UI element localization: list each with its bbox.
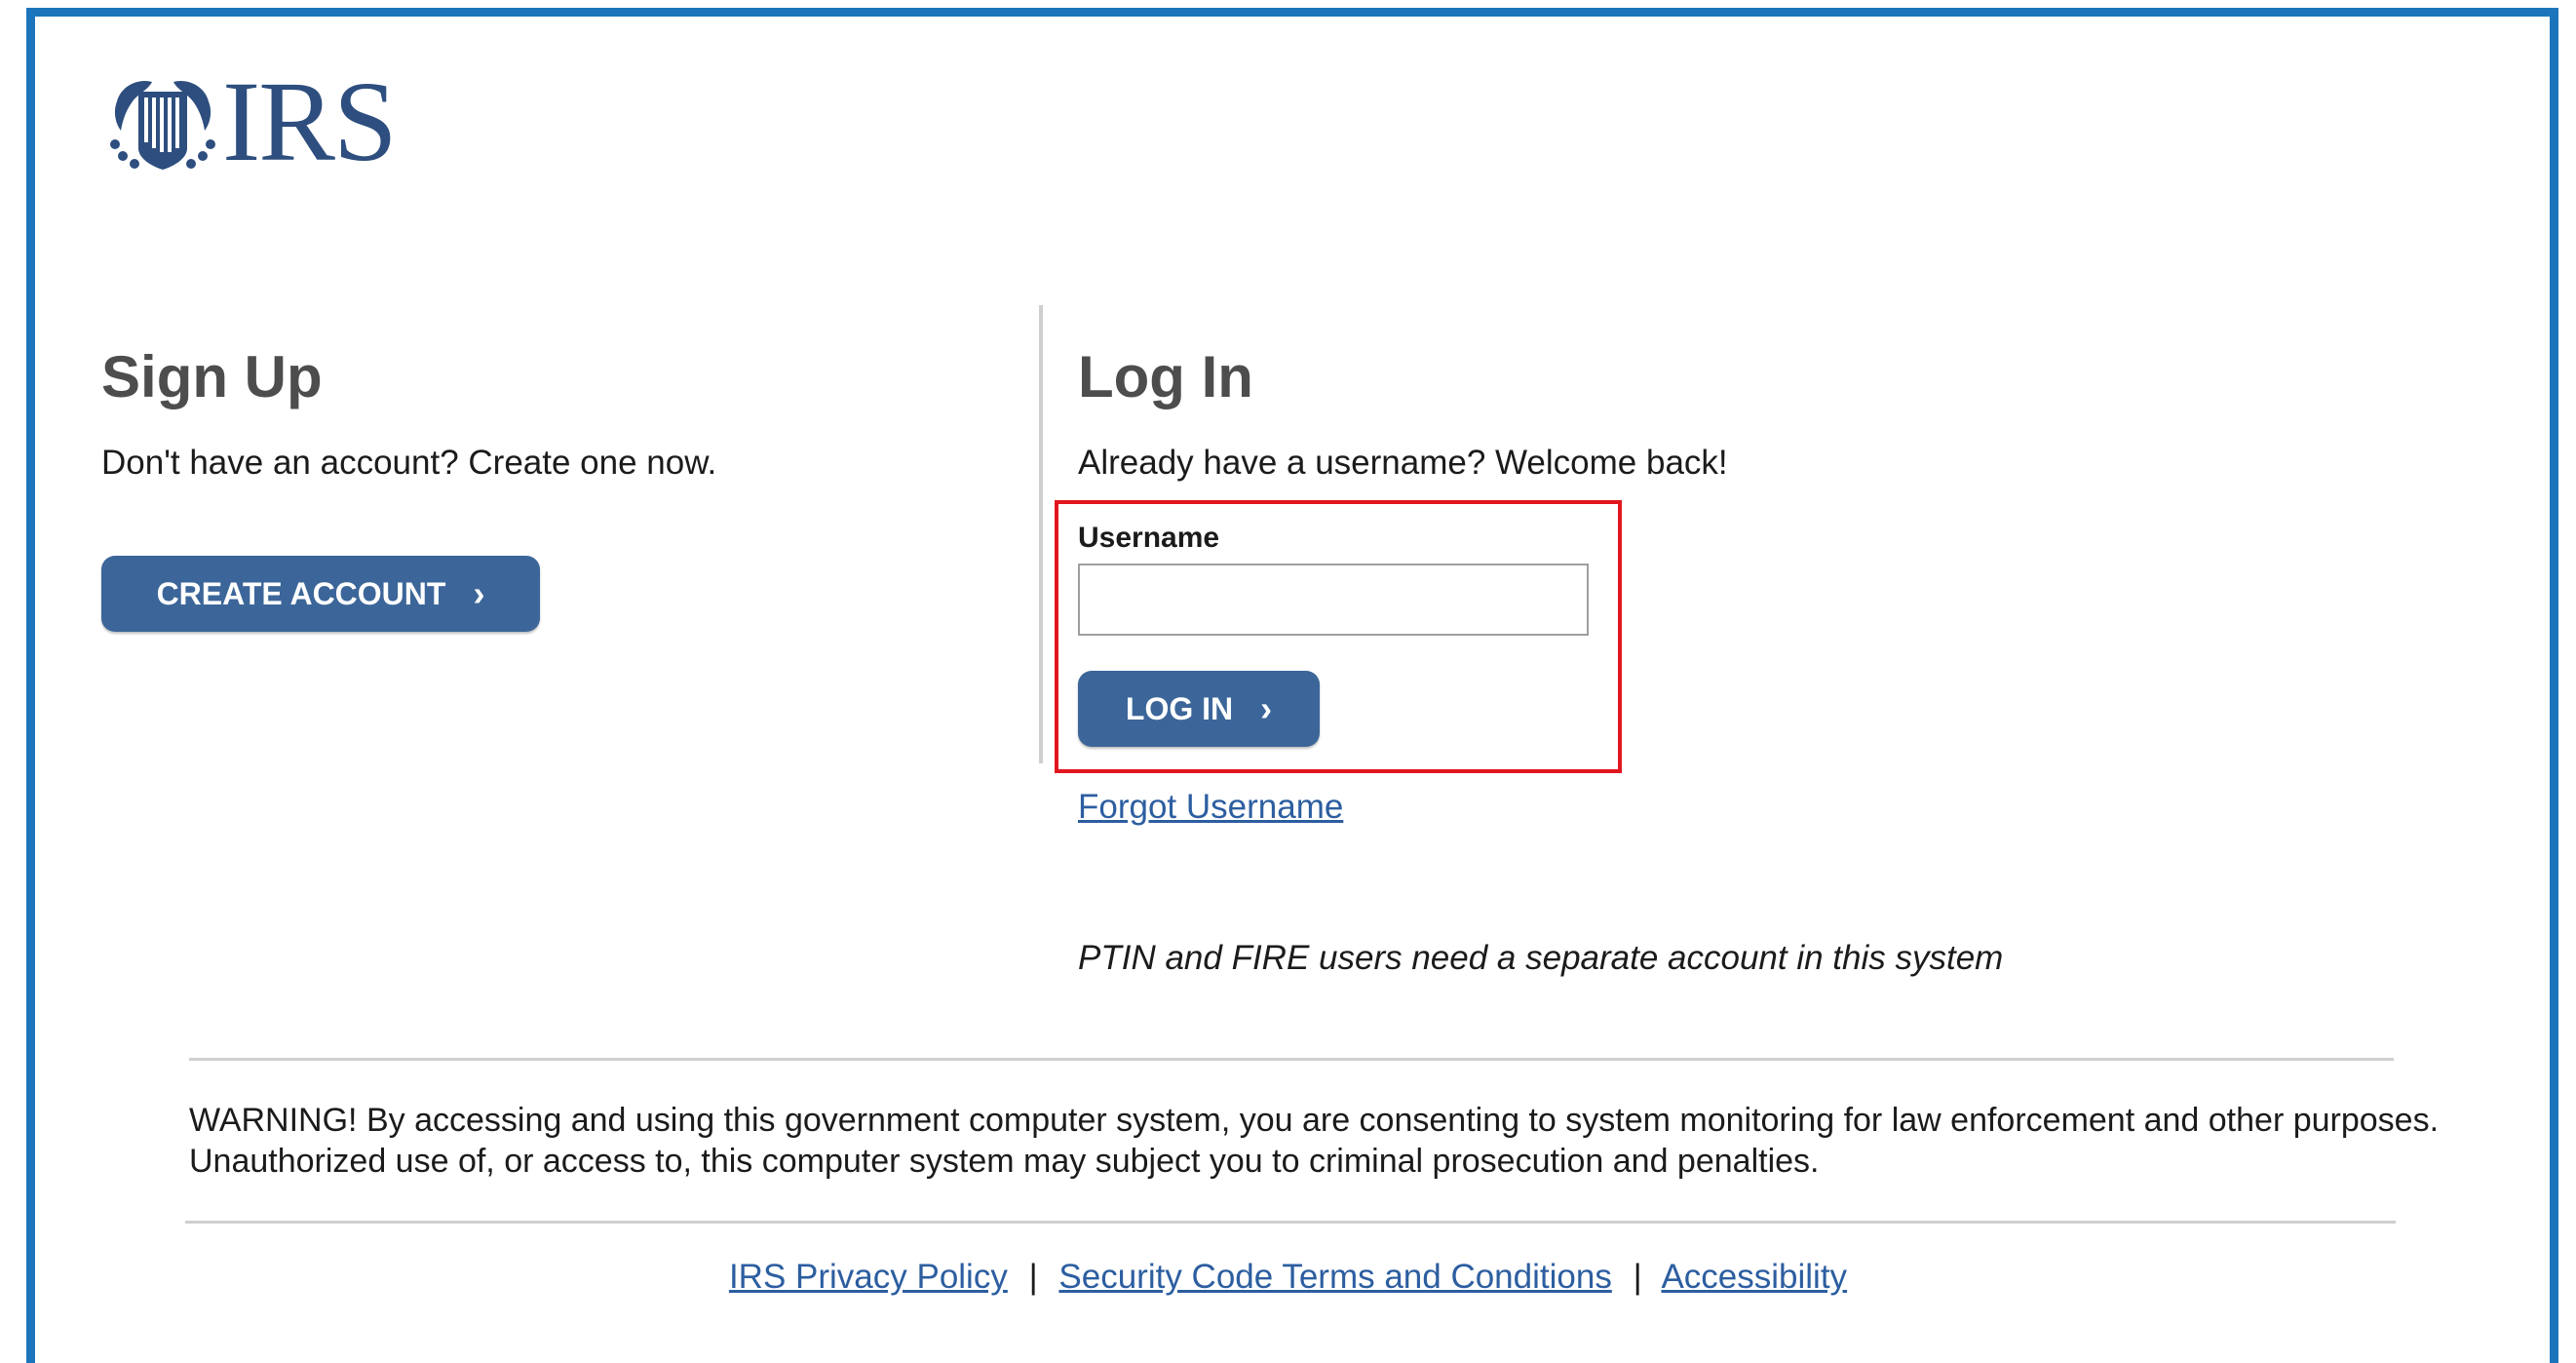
divider-bottom	[185, 1221, 2396, 1224]
irs-eagle-seal-icon	[110, 80, 215, 170]
warning-text: WARNING! By accessing and using this gov…	[189, 1102, 2440, 1180]
chevron-right-icon: ›	[473, 573, 485, 613]
footer-separator: |	[1028, 1258, 1038, 1296]
chevron-right-icon: ›	[1260, 688, 1273, 728]
ptin-fire-note: PTIN and FIRE users need a separate acco…	[1078, 939, 2004, 977]
privacy-policy-link[interactable]: IRS Privacy Policy	[729, 1258, 1008, 1296]
column-divider	[1039, 305, 1043, 763]
footer-separator: |	[1633, 1258, 1642, 1296]
security-code-terms-link[interactable]: Security Code Terms and Conditions	[1058, 1258, 1611, 1296]
create-account-button[interactable]: CREATE ACCOUNT ›	[101, 556, 540, 632]
username-input[interactable]	[1078, 564, 1589, 636]
irs-wordmark: IRS	[222, 58, 398, 185]
accessibility-link[interactable]: Accessibility	[1661, 1258, 1847, 1296]
signup-subtitle: Don't have an account? Create one now.	[101, 444, 717, 482]
login-title: Log In	[1078, 344, 1253, 409]
footer-links: IRS Privacy Policy | Security Code Terms…	[0, 1258, 2576, 1297]
irs-logo[interactable]: IRS	[109, 64, 398, 179]
forgot-username-link[interactable]: Forgot Username	[1078, 788, 1343, 827]
log-in-button[interactable]: LOG IN ›	[1078, 671, 1320, 747]
username-label: Username	[1078, 522, 1220, 554]
divider-top	[189, 1058, 2394, 1061]
log-in-label: LOG IN	[1125, 690, 1234, 726]
signup-title: Sign Up	[101, 344, 323, 409]
create-account-label: CREATE ACCOUNT	[156, 575, 446, 611]
login-subtitle: Already have a username? Welcome back!	[1078, 444, 1728, 482]
